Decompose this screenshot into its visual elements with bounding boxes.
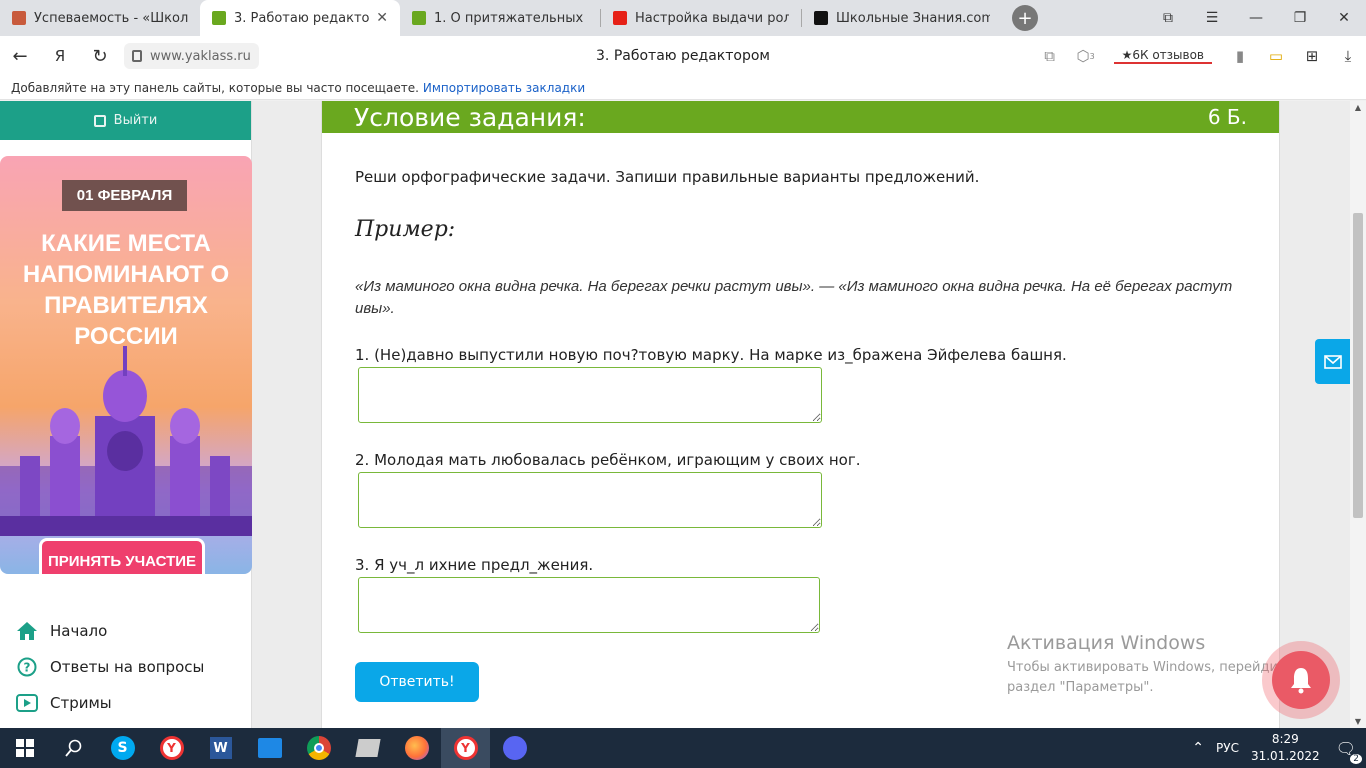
promo-headline: КАКИЕ МЕСТА НАПОМИНАЮТ О ПРАВИТЕЛЯХ РОСС… [22,230,230,350]
task-card: Условие задания: 6 Б. Реши орфографическ… [321,101,1280,728]
start-icon[interactable] [0,728,49,768]
mail-icon [1323,354,1342,369]
example-text: «Из маминого окна видна речка. На берега… [355,278,1233,317]
tab-prityazhatelnye[interactable]: 1. О притяжательных мест [400,0,600,36]
feedback-mail-button[interactable] [1315,339,1350,384]
question-1: 1. (Не)давно выпустили новую поч?товую м… [355,346,1067,364]
tab-nastroika-rolei[interactable]: Настройка выдачи ролей [601,0,801,36]
address-bar-tools: ⧉ ⬡ 3 ★6К отзывов ▮ ▭ ⊞ ⤓ [1032,36,1366,76]
collections-icon[interactable]: ⧉ [1146,0,1190,36]
page-scrollbar[interactable]: ▲ ▼ [1350,101,1366,728]
system-tray: ⌃ РУС 8:29 31.01.2022 🗨 2 [1192,728,1366,768]
chrome-icon[interactable] [294,728,343,768]
scroll-thumb[interactable] [1353,213,1363,518]
lock-icon [132,50,142,62]
bookmark-icon[interactable]: ▮ [1222,47,1258,65]
restore-icon[interactable]: ❐ [1278,0,1322,36]
znaniya-favicon-icon [814,11,828,25]
yandex-browser-active-icon[interactable]: Y [441,728,490,768]
nav-item-answers[interactable]: ? Ответы на вопросы [16,649,204,685]
notifications-bell-button[interactable] [1262,641,1340,719]
discord-icon[interactable] [490,728,539,768]
nav-item-partial[interactable]: ✎ Н [16,721,204,728]
task-header-title: Условие задания: [354,102,586,132]
app-icon[interactable] [343,728,392,768]
submit-answer-button[interactable]: Ответить! [355,662,479,702]
protect-icon[interactable]: ⬡ 3 [1068,47,1104,65]
side-nav: Начало ? Ответы на вопросы Стримы ✎ Н [16,613,204,728]
svg-text:?: ? [24,661,31,675]
logout-button[interactable]: Выйти [0,101,251,140]
yandex-browser-icon[interactable]: Y [147,728,196,768]
word-icon[interactable]: W [196,728,245,768]
protect-badge: 3 [1089,51,1095,61]
tab-uspevaemost[interactable]: Успеваемость - «Школьн [0,0,200,36]
copy-icon[interactable]: ⧉ [1032,47,1068,65]
page-content: Выйти 01 ФЕВРАЛЯ КАКИЕ МЕСТА НАПОМИНАЮТ … [0,101,1350,728]
menu-icon[interactable]: ☰ [1190,0,1234,36]
extensions-icon[interactable]: ⊞ [1294,47,1330,65]
participate-button[interactable]: ПРИНЯТЬ УЧАСТИЕ [39,538,205,574]
answer-field-1[interactable] [358,367,822,423]
notification-count: 2 [1350,753,1362,764]
close-tab-icon[interactable]: ✕ [376,10,388,26]
answer-field-3[interactable] [358,577,820,633]
task-condition: Реши орфографические задачи. Запиши прав… [355,168,980,186]
example-heading: Пример: [355,217,456,242]
minimize-icon[interactable]: — [1234,0,1278,36]
browser-tab-bar: Успеваемость - «Школьн 3. Работаю редакт… [0,0,1366,36]
download-icon[interactable]: ⤓ [1330,47,1366,65]
chevron-up-icon[interactable]: ⌃ [1192,740,1204,756]
file-explorer-icon[interactable] [245,728,294,768]
tab-rabotayu-redaktorom[interactable]: 3. Работаю редактором ✕ [200,0,400,36]
address-bar: 3. Работаю редактором ← Я ↻ www.yaklass.… [0,36,1366,76]
reviews-badge[interactable]: ★6К отзывов [1113,48,1212,64]
language-indicator[interactable]: РУС [1216,741,1239,755]
task-points: 6 Б. [1207,105,1247,129]
search-icon[interactable] [49,728,98,768]
bell-icon [1291,668,1311,694]
question-2: 2. Молодая мать любовалась ребёнком, игр… [355,451,861,469]
scroll-down-icon[interactable]: ▼ [1350,717,1366,726]
new-tab-button[interactable]: + [1012,5,1038,31]
tab-shkolnye-znaniya[interactable]: Школьные Знания.com - I [802,0,1002,36]
scroll-up-icon[interactable]: ▲ [1350,103,1366,112]
firefox-icon[interactable] [392,728,441,768]
answer-field-2[interactable] [358,472,822,528]
bookmarks-hint: Добавляйте на эту панель сайты, которые … [11,80,419,95]
youtube-favicon-icon [613,11,627,25]
play-icon [16,692,38,714]
bookmarks-bar: Добавляйте на эту панель сайты, которые … [0,76,1366,100]
question-3: 3. Я уч_л ихние предл_жения. [355,556,594,574]
school-favicon-icon [12,11,26,25]
windows-taskbar: S Y W Y ⌃ РУС 8:29 31.01.2022 🗨 2 [0,728,1366,768]
clock[interactable]: 8:29 31.01.2022 [1251,731,1320,765]
import-bookmarks-link[interactable]: Импортировать закладки [423,81,585,95]
promo-banner[interactable]: 01 ФЕВРАЛЯ КАКИЕ МЕСТА НАПОМИНАЮТ О ПРАВ… [0,156,252,574]
promo-date: 01 ФЕВРАЛЯ [62,180,187,211]
kremlin-illustration [0,346,252,536]
book-favicon-icon [212,11,226,25]
logout-icon [93,114,106,127]
nav-item-home[interactable]: Начало [16,613,204,649]
reload-icon[interactable]: ↻ [80,36,120,76]
window-controls: ⧉ ☰ — ❐ ✕ [1146,0,1366,36]
back-icon[interactable]: ← [0,36,40,76]
skype-icon[interactable]: S [98,728,147,768]
book-favicon-icon [412,11,426,25]
url-field[interactable]: www.yaklass.ru [124,43,259,69]
home-icon [16,620,38,642]
nav-item-streams[interactable]: Стримы [16,685,204,721]
notification-center-icon[interactable]: 🗨 2 [1336,739,1362,764]
sidebar: Выйти 01 ФЕВРАЛЯ КАКИЕ МЕСТА НАПОМИНАЮТ … [0,101,252,728]
yandex-icon[interactable]: Я [40,36,80,76]
task-header: Условие задания: 6 Б. [322,101,1279,133]
battery-icon: ▭ [1268,47,1284,65]
question-icon: ? [16,656,38,678]
bell-inner [1272,651,1330,709]
close-window-icon[interactable]: ✕ [1322,0,1366,36]
